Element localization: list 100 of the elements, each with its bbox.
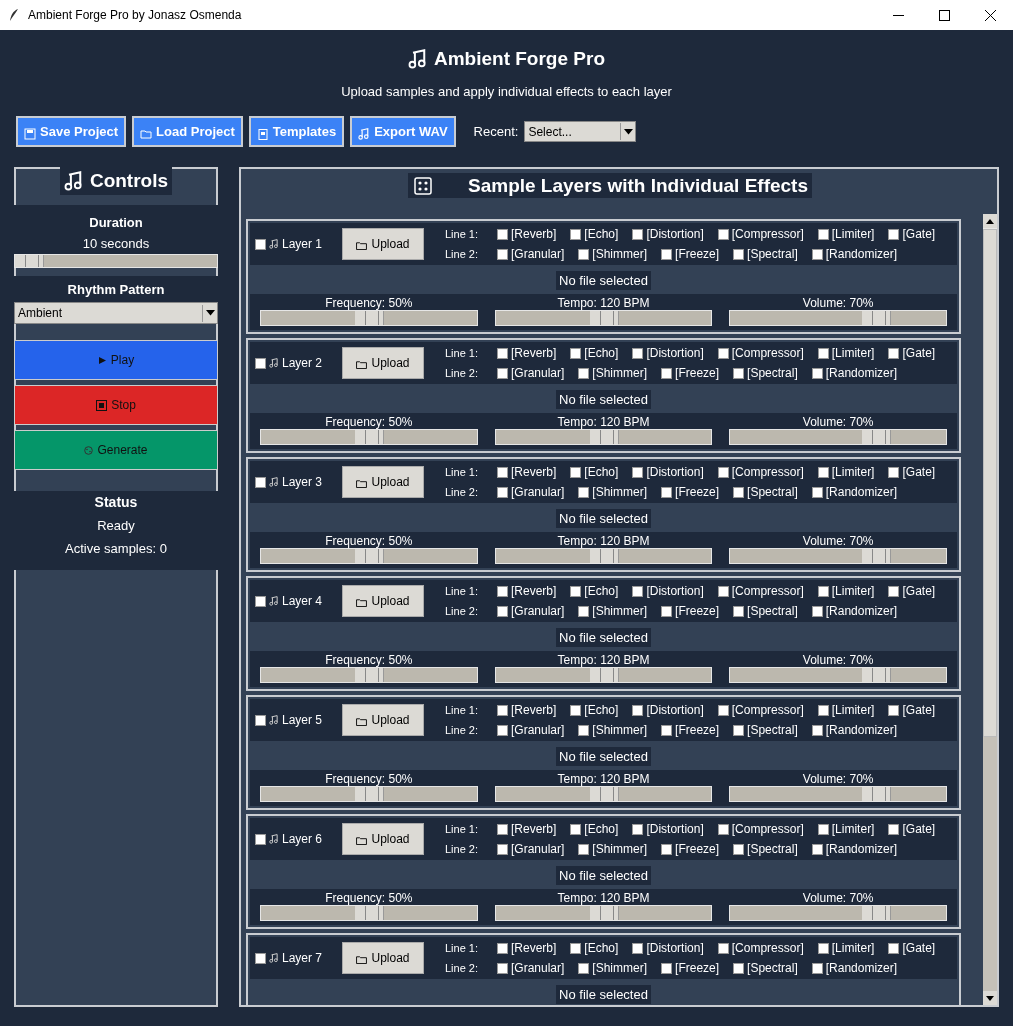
checkbox[interactable]: [578, 962, 590, 974]
checkbox[interactable]: [733, 248, 745, 260]
checkbox[interactable]: [717, 466, 729, 478]
checkbox[interactable]: [255, 357, 266, 369]
duration-slider[interactable]: [14, 254, 218, 268]
checkbox[interactable]: [717, 347, 729, 359]
slider-thumb[interactable]: [861, 787, 891, 801]
checkbox[interactable]: [661, 248, 673, 260]
checkbox[interactable]: [578, 486, 590, 498]
checkbox[interactable]: [661, 367, 673, 379]
checkbox[interactable]: [578, 843, 590, 855]
checkbox[interactable]: [733, 605, 745, 617]
slider-thumb[interactable]: [354, 787, 384, 801]
checkbox[interactable]: [497, 605, 508, 617]
checkbox[interactable]: [497, 466, 508, 478]
slider-thumb[interactable]: [354, 668, 384, 682]
checkbox[interactable]: [255, 476, 266, 488]
scroll-down-icon[interactable]: [986, 995, 994, 1001]
checkbox[interactable]: [570, 942, 582, 954]
slider-track[interactable]: [729, 310, 947, 326]
checkbox[interactable]: [578, 724, 590, 736]
scroll-up-icon[interactable]: [986, 218, 994, 224]
checkbox[interactable]: [497, 724, 508, 736]
checkbox[interactable]: [497, 843, 508, 855]
scrollbar[interactable]: [983, 214, 997, 1005]
checkbox[interactable]: [888, 942, 900, 954]
checkbox[interactable]: [497, 248, 508, 260]
toolbar-button[interactable]: Templates: [248, 116, 345, 147]
checkbox[interactable]: [811, 486, 823, 498]
checkbox[interactable]: [888, 228, 900, 240]
slider-track[interactable]: [260, 667, 478, 683]
slider-track[interactable]: [729, 429, 947, 445]
slider-track[interactable]: [260, 310, 478, 326]
slider-track[interactable]: [260, 905, 478, 921]
checkbox[interactable]: [817, 228, 829, 240]
checkbox[interactable]: [497, 486, 508, 498]
checkbox[interactable]: [888, 466, 900, 478]
toolbar-button[interactable]: Load Project: [132, 116, 243, 147]
checkbox[interactable]: [888, 704, 900, 716]
slider-track[interactable]: [260, 548, 478, 564]
checkbox[interactable]: [578, 367, 590, 379]
toolbar-button[interactable]: Export WAV: [350, 116, 456, 147]
checkbox[interactable]: [255, 833, 266, 845]
checkbox[interactable]: [632, 942, 644, 954]
checkbox[interactable]: [661, 962, 673, 974]
checkbox[interactable]: [661, 724, 673, 736]
slider-track[interactable]: [729, 548, 947, 564]
checkbox[interactable]: [811, 724, 823, 736]
checkbox[interactable]: [570, 704, 582, 716]
generate-button[interactable]: Generate: [14, 430, 218, 470]
checkbox[interactable]: [632, 823, 644, 835]
checkbox[interactable]: [717, 585, 729, 597]
checkbox[interactable]: [817, 704, 829, 716]
checkbox[interactable]: [811, 843, 823, 855]
checkbox[interactable]: [888, 347, 900, 359]
slider-thumb[interactable]: [861, 906, 891, 920]
upload-button[interactable]: Upload: [342, 228, 424, 260]
checkbox[interactable]: [888, 823, 900, 835]
checkbox[interactable]: [888, 585, 900, 597]
checkbox[interactable]: [817, 466, 829, 478]
checkbox[interactable]: [570, 347, 582, 359]
rhythm-dropdown[interactable]: Ambient: [14, 302, 218, 324]
slider-track[interactable]: [260, 429, 478, 445]
checkbox[interactable]: [255, 952, 266, 964]
checkbox[interactable]: [817, 347, 829, 359]
checkbox[interactable]: [811, 367, 823, 379]
upload-button[interactable]: Upload: [342, 942, 424, 974]
slider-thumb[interactable]: [861, 430, 891, 444]
slider-track[interactable]: [260, 786, 478, 802]
slider-track[interactable]: [494, 905, 713, 921]
checkbox[interactable]: [497, 347, 508, 359]
slider-track[interactable]: [729, 905, 947, 921]
checkbox[interactable]: [733, 367, 745, 379]
checkbox[interactable]: [717, 704, 729, 716]
maximize-icon[interactable]: [938, 9, 950, 21]
slider-thumb[interactable]: [589, 906, 619, 920]
recent-dropdown[interactable]: Select...: [524, 121, 637, 142]
slider-thumb[interactable]: [589, 430, 619, 444]
checkbox[interactable]: [255, 238, 266, 250]
checkbox[interactable]: [497, 367, 508, 379]
slider-track[interactable]: [494, 548, 713, 564]
slider-track[interactable]: [494, 667, 713, 683]
checkbox[interactable]: [661, 843, 673, 855]
upload-button[interactable]: Upload: [342, 347, 424, 379]
slider-thumb[interactable]: [15, 255, 44, 267]
checkbox[interactable]: [733, 962, 745, 974]
checkbox[interactable]: [733, 486, 745, 498]
slider-thumb[interactable]: [589, 787, 619, 801]
checkbox[interactable]: [255, 714, 266, 726]
checkbox[interactable]: [811, 605, 823, 617]
checkbox[interactable]: [497, 704, 508, 716]
checkbox[interactable]: [733, 724, 745, 736]
slider-track[interactable]: [729, 667, 947, 683]
checkbox[interactable]: [717, 228, 729, 240]
checkbox[interactable]: [817, 942, 829, 954]
slider-thumb[interactable]: [589, 549, 619, 563]
checkbox[interactable]: [632, 585, 644, 597]
checkbox[interactable]: [632, 347, 644, 359]
stop-button[interactable]: Stop: [14, 385, 218, 425]
checkbox[interactable]: [632, 466, 644, 478]
